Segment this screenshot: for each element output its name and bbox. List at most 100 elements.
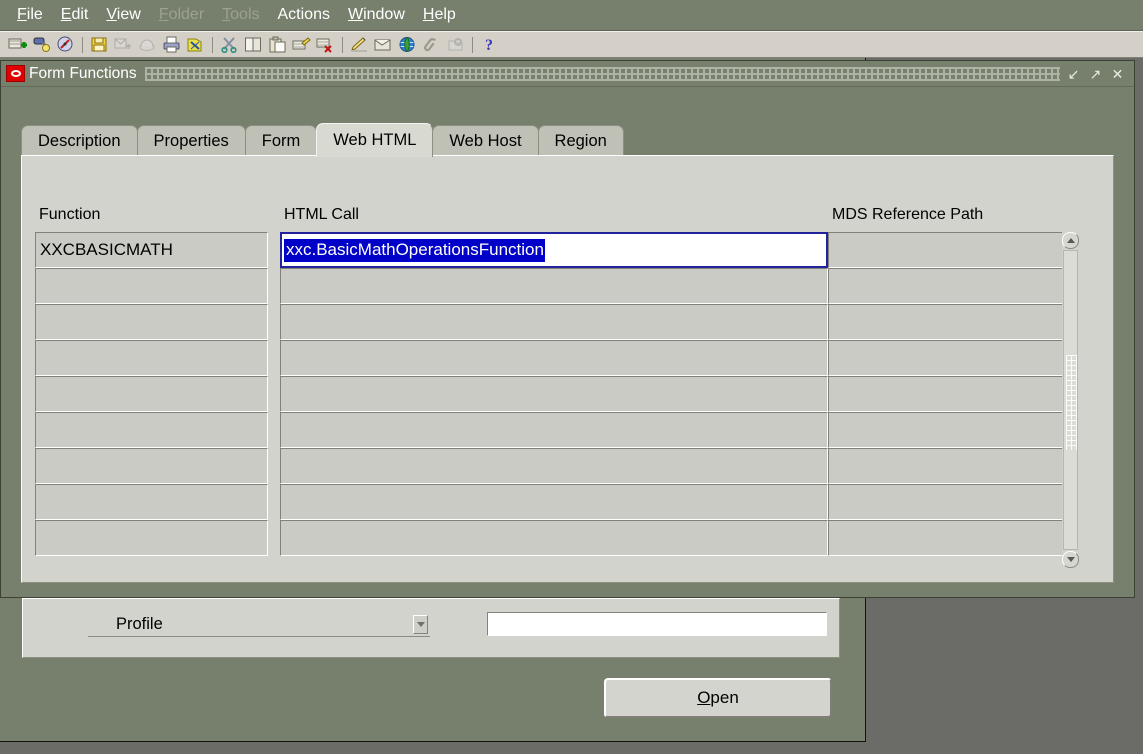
tab-label: Description: [38, 132, 121, 150]
maximize-button[interactable]: ↗: [1088, 66, 1103, 81]
grid-cell-focused[interactable]: xxc.BasicMathOperationsFunction: [280, 232, 828, 268]
grid-cell[interactable]: [828, 232, 1067, 268]
save-icon[interactable]: [88, 33, 111, 56]
close-form-icon[interactable]: [184, 33, 207, 56]
save-and-proceed-icon: [112, 33, 135, 56]
tab-label: Form: [261, 132, 301, 150]
menu-item-actions[interactable]: Actions: [269, 4, 339, 27]
paste-icon[interactable]: [266, 33, 289, 56]
clear-record-icon[interactable]: [290, 33, 313, 56]
grid-cell[interactable]: [828, 268, 1067, 304]
help-icon[interactable]: ?: [478, 33, 501, 56]
new-icon[interactable]: [6, 33, 29, 56]
window-controls: ↙ ↗ ✕: [1060, 66, 1134, 81]
column-header-function: Function: [39, 206, 101, 223]
grid-cell[interactable]: [280, 412, 828, 448]
copy-icon[interactable]: [242, 33, 265, 56]
edit-field-icon[interactable]: [348, 33, 371, 56]
tab-web-host[interactable]: Web Host: [432, 125, 539, 157]
grid-cell[interactable]: [280, 484, 828, 520]
web-html-tab-panel: Function HTML Call MDS Reference Path XXCB…: [21, 155, 1114, 583]
separator-2: [208, 35, 217, 55]
grid-cell[interactable]: [35, 268, 268, 304]
screen-root: File Edit View Folder Tools Actions Window Help…: [0, 0, 1143, 754]
close-button[interactable]: ✕: [1110, 66, 1125, 81]
triangle-down-icon: [1066, 557, 1075, 562]
grid-cell[interactable]: [828, 340, 1067, 376]
grid-body: XXCBASICMATH xxc.BasicMathOperationsFunct…: [35, 232, 1067, 568]
grid-cell[interactable]: [280, 304, 828, 340]
tab-label: Web HTML: [333, 131, 417, 149]
profile-combobox-value: Profile: [116, 615, 163, 633]
toolbar: ?: [0, 31, 1143, 58]
next-step-icon: [136, 33, 159, 56]
zoom-icon[interactable]: [372, 33, 395, 56]
menu-item-file[interactable]: File: [8, 4, 52, 27]
tab-label: Properties: [153, 132, 229, 150]
tab-region[interactable]: Region: [537, 125, 624, 157]
form-functions-titlebar[interactable]: Form Functions ↙ ↗ ✕: [1, 61, 1134, 87]
grid-cell[interactable]: [828, 520, 1067, 556]
scroll-down-button[interactable]: [1062, 551, 1079, 568]
tab-label: Region: [554, 132, 607, 150]
grid-cell[interactable]: [280, 376, 828, 412]
window-title: Form Functions: [29, 64, 137, 82]
grid-cell[interactable]: XXCBASICMATH: [35, 232, 268, 268]
form-functions-window: Form Functions ↙ ↗ ✕ Description Properties…: [0, 60, 1135, 598]
grid-vertical-scrollbar[interactable]: [1062, 232, 1079, 568]
menu-bar: File Edit View Folder Tools Actions Window Help: [0, 0, 1143, 31]
grid-cell[interactable]: [35, 520, 268, 556]
print-icon[interactable]: [160, 33, 183, 56]
open-button-label: Open: [697, 688, 739, 707]
grid-cell[interactable]: [35, 340, 268, 376]
cut-icon[interactable]: [218, 33, 241, 56]
attachments-icon[interactable]: [420, 33, 443, 56]
grid-cell[interactable]: [35, 376, 268, 412]
translations-icon[interactable]: [396, 33, 419, 56]
menu-item-edit[interactable]: Edit: [52, 4, 98, 27]
menu-item-tools: Tools: [222, 5, 260, 23]
grid-column-mds-path: [828, 232, 1067, 568]
profile-combobox[interactable]: Profile: [88, 613, 430, 637]
grid-cell[interactable]: [828, 484, 1067, 520]
background-text-field[interactable]: [487, 612, 827, 636]
menu-item-window[interactable]: Window: [339, 4, 414, 27]
triangle-up-icon: [1066, 238, 1075, 243]
find-icon[interactable]: [30, 33, 53, 56]
grid-column-function: XXCBASICMATH: [35, 232, 268, 568]
scrollbar-thumb[interactable]: [1066, 355, 1077, 450]
tab-web-html[interactable]: Web HTML: [316, 123, 434, 157]
tab-properties[interactable]: Properties: [136, 125, 246, 157]
menu-item-view[interactable]: View: [97, 4, 149, 27]
grid-cell[interactable]: [828, 412, 1067, 448]
grid-cell[interactable]: [280, 448, 828, 484]
menu-item-help[interactable]: Help: [414, 4, 465, 27]
grid-cell[interactable]: [35, 412, 268, 448]
tab-form[interactable]: Form: [244, 125, 318, 157]
chevron-down-icon[interactable]: [413, 615, 428, 634]
grid-cell[interactable]: [828, 376, 1067, 412]
grid-cell[interactable]: [35, 448, 268, 484]
tab-description[interactable]: Description: [21, 125, 138, 157]
delete-record-icon[interactable]: [314, 33, 337, 56]
column-header-mds-path: MDS Reference Path: [832, 206, 984, 223]
titlebar-drag-grip[interactable]: [144, 66, 1060, 81]
oracle-logo-icon: [6, 65, 25, 82]
cell-value: xxc.BasicMathOperationsFunction: [284, 238, 545, 262]
show-navigator-icon[interactable]: [54, 33, 77, 56]
grid-cell[interactable]: [828, 448, 1067, 484]
scrollbar-track[interactable]: [1063, 250, 1078, 550]
scroll-up-button[interactable]: [1062, 232, 1079, 249]
separator-4: [468, 35, 477, 55]
grid-column-headers: Function HTML Call MDS Reference Path: [35, 206, 1085, 234]
grid-cell[interactable]: [828, 304, 1067, 340]
grid-cell[interactable]: [280, 520, 828, 556]
grid-cell[interactable]: [280, 268, 828, 304]
minimize-button[interactable]: ↙: [1066, 66, 1081, 81]
form-functions-grid: Function HTML Call MDS Reference Path XXCB…: [35, 206, 1085, 568]
open-button[interactable]: Open: [604, 678, 832, 718]
grid-cell[interactable]: [35, 484, 268, 520]
grid-cell[interactable]: [280, 340, 828, 376]
grid-cell[interactable]: [35, 304, 268, 340]
tab-label: Web Host: [449, 132, 522, 150]
